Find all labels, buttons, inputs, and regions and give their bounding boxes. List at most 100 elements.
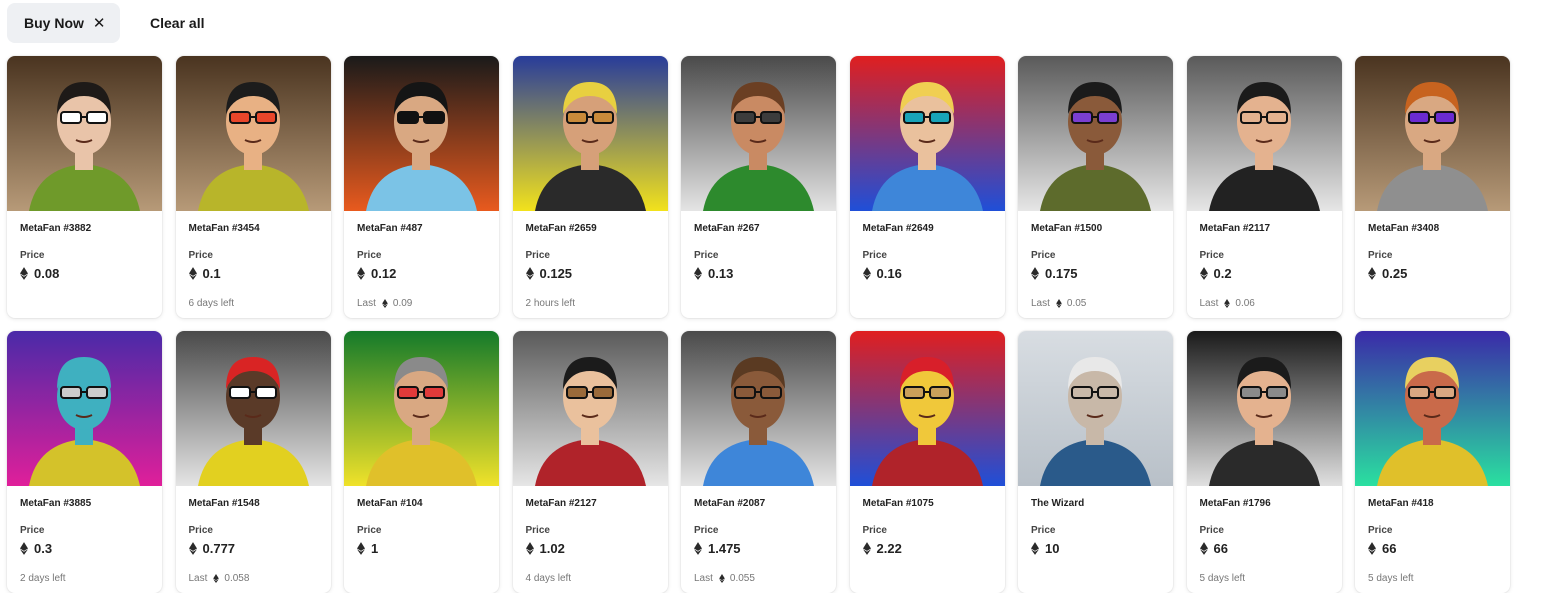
card-info: MetaFan #2127 Price 1.02 4 days left bbox=[513, 486, 668, 584]
price-value: 2.22 bbox=[876, 541, 902, 556]
price-value: 0.13 bbox=[708, 266, 734, 281]
nft-image bbox=[1355, 331, 1510, 486]
ethereum-icon bbox=[1199, 267, 1208, 280]
ethereum-icon bbox=[357, 267, 365, 280]
time-left-text: 4 days left bbox=[525, 572, 572, 584]
nft-card[interactable]: MetaFan #2649 Price 0.16 bbox=[849, 56, 1005, 318]
meta-empty bbox=[863, 572, 992, 584]
nft-image bbox=[344, 56, 499, 211]
price-row: 1 bbox=[357, 541, 486, 556]
last-sale-label: Last bbox=[694, 572, 713, 584]
nft-card[interactable]: The Wizard Price 10 bbox=[1018, 331, 1173, 593]
price-label: Price bbox=[525, 525, 550, 536]
ethereum-icon bbox=[1368, 542, 1376, 555]
card-info: MetaFan #2087 Price 1.475 Last 0.055 bbox=[681, 486, 836, 584]
nft-card[interactable]: MetaFan #2659 Price 0.125 2 hours left bbox=[512, 56, 668, 318]
ethereum-icon bbox=[382, 298, 388, 308]
last-sale: Last 0.058 bbox=[189, 572, 318, 584]
ethereum-icon bbox=[188, 267, 197, 280]
nft-card[interactable]: MetaFan #2127 Price 1.02 4 days left bbox=[512, 331, 668, 593]
last-sale-label: Last bbox=[188, 572, 208, 584]
nft-name: MetaFan #2659 bbox=[525, 223, 597, 234]
last-sale: Last 0.05 bbox=[1031, 297, 1160, 309]
nft-card[interactable]: MetaFan #1500 Price 0.175 Last 0.05 bbox=[1018, 56, 1173, 318]
ethereum-icon bbox=[1031, 542, 1039, 555]
nft-card[interactable]: MetaFan #487 Price 0.12 Last 0.09 bbox=[344, 56, 499, 318]
last-sale-price: 0.058 bbox=[224, 572, 250, 584]
nft-name: MetaFan #104 bbox=[357, 498, 423, 509]
card-info: MetaFan #418 Price 66 5 days left bbox=[1355, 486, 1510, 584]
price-value: 0.2 bbox=[1213, 266, 1232, 281]
nft-image bbox=[175, 56, 331, 211]
nft-card[interactable]: MetaFan #1548 Price 0.777 Last 0.058 bbox=[175, 331, 331, 593]
nft-name: MetaFan #3454 bbox=[188, 223, 260, 234]
nft-image bbox=[1018, 331, 1173, 486]
price-label: Price bbox=[357, 250, 382, 261]
meta-empty bbox=[357, 572, 486, 584]
price-label: Price bbox=[1031, 250, 1056, 261]
card-info: MetaFan #267 Price 0.13 bbox=[681, 211, 836, 309]
price-label: Price bbox=[1199, 525, 1224, 536]
meta-empty bbox=[1368, 297, 1497, 309]
ethereum-icon bbox=[1199, 542, 1208, 555]
card-info: MetaFan #3408 Price 0.25 bbox=[1355, 211, 1510, 309]
nft-image bbox=[681, 331, 836, 486]
nft-card[interactable]: MetaFan #418 Price 66 5 days left bbox=[1355, 331, 1510, 593]
nft-image bbox=[344, 331, 499, 486]
nft-card[interactable]: MetaFan #1796 Price 66 5 days left bbox=[1186, 331, 1342, 593]
price-row: 0.25 bbox=[1368, 266, 1497, 281]
card-info: MetaFan #1796 Price 66 5 days left bbox=[1187, 486, 1342, 584]
card-info: MetaFan #1075 Price 2.22 bbox=[850, 486, 1005, 584]
meta-empty bbox=[694, 297, 823, 309]
nft-name: MetaFan #3882 bbox=[20, 223, 92, 234]
nft-name: MetaFan #487 bbox=[357, 223, 423, 234]
nft-card[interactable]: MetaFan #1075 Price 2.22 bbox=[849, 331, 1005, 593]
buy-now-filter-chip[interactable]: Buy Now ✕ bbox=[7, 3, 120, 43]
time-left: 6 days left bbox=[189, 297, 318, 309]
last-sale-price: 0.05 bbox=[1066, 297, 1087, 309]
last-sale: Last 0.06 bbox=[1200, 297, 1329, 309]
nft-card[interactable]: MetaFan #3408 Price 0.25 bbox=[1355, 56, 1510, 318]
nft-image bbox=[512, 331, 668, 486]
nft-card[interactable]: MetaFan #267 Price 0.13 bbox=[681, 56, 836, 318]
price-value: 66 bbox=[1382, 541, 1397, 556]
filter-bar: Buy Now ✕ Clear all bbox=[7, 3, 204, 43]
nft-card[interactable]: MetaFan #3885 Price 0.3 2 days left bbox=[7, 331, 162, 593]
price-row: 0.16 bbox=[862, 266, 992, 281]
close-icon[interactable]: ✕ bbox=[93, 16, 106, 31]
nft-name: MetaFan #2649 bbox=[862, 223, 934, 234]
nft-card[interactable]: MetaFan #3882 Price 0.08 bbox=[7, 56, 162, 318]
nft-image bbox=[849, 56, 1005, 211]
clear-all-button[interactable]: Clear all bbox=[150, 15, 204, 31]
time-left: 4 days left bbox=[526, 572, 655, 584]
price-label: Price bbox=[20, 250, 45, 261]
nft-card[interactable]: MetaFan #2087 Price 1.475 Last 0.055 bbox=[681, 331, 836, 593]
nft-name: MetaFan #1796 bbox=[1199, 498, 1271, 509]
nft-card[interactable]: MetaFan #2117 Price 0.2 Last 0.06 bbox=[1186, 56, 1342, 318]
price-label: Price bbox=[188, 250, 213, 261]
card-info: MetaFan #2649 Price 0.16 bbox=[850, 211, 1005, 309]
nft-name: MetaFan #1548 bbox=[188, 498, 260, 509]
nft-card[interactable]: MetaFan #104 Price 1 bbox=[344, 331, 499, 593]
price-row: 0.175 bbox=[1031, 266, 1160, 281]
card-info: MetaFan #1500 Price 0.175 Last 0.05 bbox=[1018, 211, 1173, 309]
price-value: 10 bbox=[1045, 541, 1060, 556]
time-left-text: 2 hours left bbox=[525, 297, 575, 309]
price-label: Price bbox=[188, 525, 213, 536]
price-value: 66 bbox=[1213, 541, 1228, 556]
ethereum-icon bbox=[694, 267, 702, 280]
card-info: MetaFan #3885 Price 0.3 2 days left bbox=[7, 486, 162, 584]
price-row: 0.3 bbox=[20, 541, 149, 556]
last-sale-label: Last bbox=[1031, 297, 1050, 309]
card-info: MetaFan #3454 Price 0.1 6 days left bbox=[176, 211, 331, 309]
price-label: Price bbox=[694, 525, 719, 536]
price-row: 0.125 bbox=[525, 266, 655, 281]
nft-card[interactable]: MetaFan #3454 Price 0.1 6 days left bbox=[175, 56, 331, 318]
price-label: Price bbox=[862, 250, 887, 261]
price-row: 0.2 bbox=[1199, 266, 1329, 281]
time-left: 2 days left bbox=[20, 572, 149, 584]
price-row: 2.22 bbox=[862, 541, 992, 556]
ethereum-icon bbox=[525, 267, 534, 280]
price-row: 0.13 bbox=[694, 266, 823, 281]
time-left-text: 6 days left bbox=[188, 297, 235, 309]
